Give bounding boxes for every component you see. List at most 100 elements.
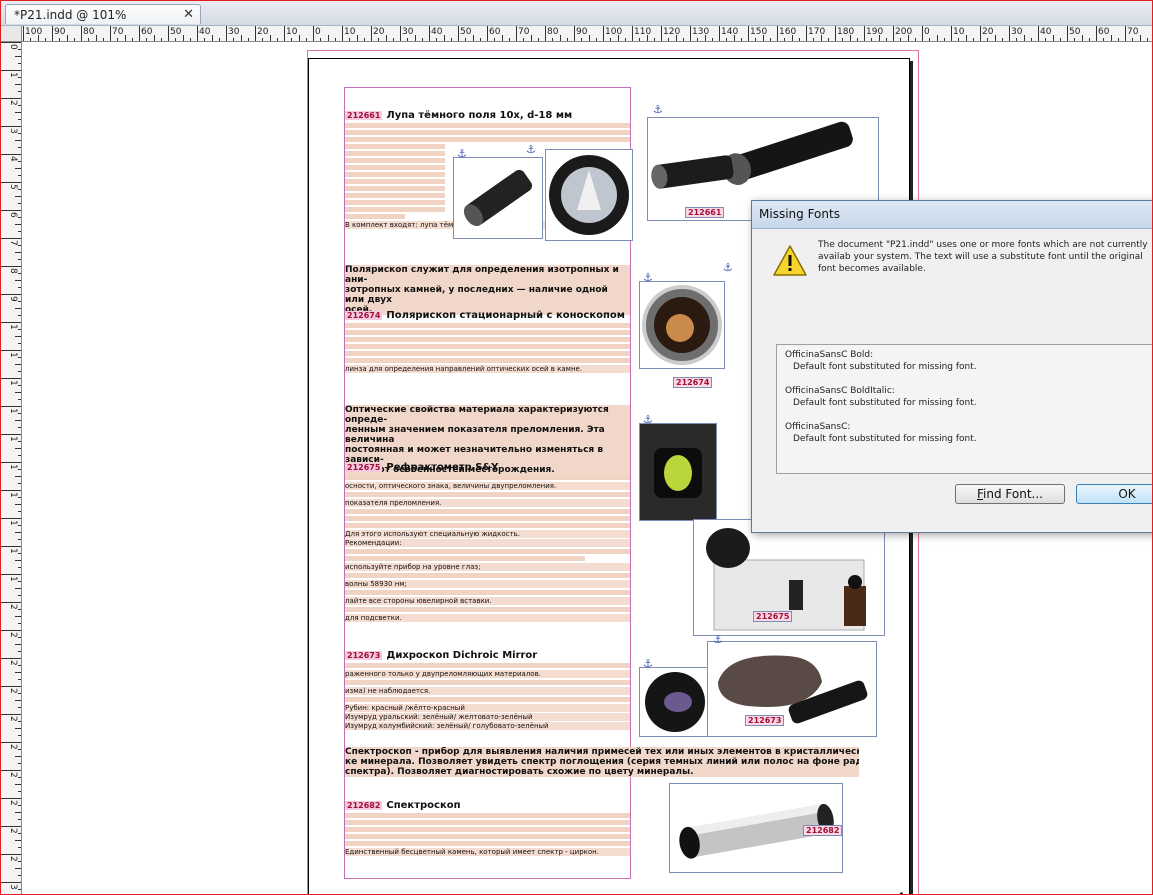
ruler-tick bbox=[1, 574, 21, 575]
ruler-label: 0 bbox=[924, 27, 930, 37]
anchor-icon: ⚓ bbox=[526, 143, 536, 156]
body-line: Рекомендации: bbox=[345, 539, 630, 547]
body-line: Изумруд уральский: зелёный/ желтовато-зе… bbox=[345, 713, 630, 721]
ruler-label: 2 bbox=[8, 604, 18, 610]
font-name: OfficinaSansC: bbox=[785, 422, 851, 432]
find-font-button[interactable]: Find Font... bbox=[955, 484, 1065, 504]
ruler-tick bbox=[842, 38, 844, 41]
ruler-tick bbox=[18, 133, 21, 134]
ruler-tick bbox=[1117, 38, 1119, 41]
vertical-ruler[interactable]: 0 1 2 3 4 5 6 7 8 9 1 1 1 1 1 1 1 1 1 1 2 2 2 2 2 2 2 2 2 2 3 bbox=[1, 42, 22, 894]
ruler-label: 10 bbox=[953, 27, 965, 37]
ruler-tick bbox=[777, 26, 778, 41]
ruler-label: 30 bbox=[228, 27, 240, 37]
ruler-label: 9 bbox=[8, 296, 18, 302]
ruler-label: 1 bbox=[8, 72, 18, 78]
ruler-label: 2 bbox=[8, 716, 18, 722]
product-image[interactable] bbox=[453, 157, 543, 239]
missing-fonts-list[interactable]: OfficinaSansC Bold: Default font substit… bbox=[776, 344, 1152, 474]
ruler-tick bbox=[1, 742, 21, 743]
anchor-icon: ⚓ bbox=[457, 147, 467, 160]
ruler-tick bbox=[1096, 26, 1097, 41]
missing-font-item[interactable]: OfficinaSansC Bold: Default font substit… bbox=[777, 349, 1152, 373]
product-image[interactable] bbox=[707, 641, 877, 737]
missing-font-item[interactable]: OfficinaSansC BoldItalic: Default font s… bbox=[777, 385, 1152, 409]
ruler-tick bbox=[334, 38, 336, 41]
ruler-tick bbox=[327, 35, 329, 41]
ruler-tick bbox=[429, 26, 430, 41]
product-block[interactable]: 212675 Рефрактометр S&Y оснoсти, оптичес… bbox=[345, 461, 630, 623]
ruler-tick bbox=[617, 35, 619, 41]
missing-fonts-dialog[interactable]: Missing Fonts The document "P21.indd" us… bbox=[751, 200, 1152, 533]
intro-line: Спектроскоп - прибор для выявления налич… bbox=[345, 747, 859, 757]
intro-line: ленным значением показателя преломления.… bbox=[345, 425, 605, 445]
ruler-tick bbox=[864, 26, 865, 41]
ruler-tick bbox=[131, 38, 133, 41]
ruler-label: 150 bbox=[750, 27, 768, 37]
ruler-tick bbox=[18, 805, 21, 806]
product-block[interactable]: 212673 Дихроскоп Dichroic Mirror раженно… bbox=[345, 649, 630, 731]
product-title: Лупа тёмного поля 10x, d-18 мм bbox=[386, 109, 573, 121]
ruler-tick bbox=[298, 35, 300, 41]
ruler-tick bbox=[37, 35, 39, 41]
ruler-tick bbox=[18, 497, 21, 498]
ruler-label: 1 bbox=[8, 352, 18, 358]
anchor-icon: ⚓ bbox=[643, 271, 653, 284]
ruler-label: 60 bbox=[489, 27, 501, 37]
ok-button[interactable]: OK bbox=[1076, 484, 1152, 504]
product-image[interactable] bbox=[639, 281, 725, 369]
ruler-label: 40 bbox=[199, 27, 211, 37]
font-status: Default font substituted for missing fon… bbox=[793, 434, 977, 444]
intro-line: Оптические свойства материала характериз… bbox=[345, 405, 609, 425]
ruler-label: 1 bbox=[8, 324, 18, 330]
horizontal-ruler[interactable]: 100 90 80 70 60 50 40 30 20 10 0 10 20 30 40 50 60 70 80 90… bbox=[1, 26, 1152, 42]
ruler-tick bbox=[211, 35, 213, 41]
close-icon[interactable]: ✕ bbox=[183, 5, 194, 25]
ruler-tick bbox=[18, 749, 21, 750]
missing-font-item[interactable]: OfficinaSansC: Default font substituted … bbox=[777, 421, 1152, 445]
ruler-tick bbox=[378, 38, 380, 41]
ruler-tick bbox=[958, 38, 960, 41]
document-tab-bar: *P21.indd @ 101% [Converted] ✕ bbox=[1, 1, 1152, 42]
ruler-tick bbox=[588, 35, 590, 41]
dialog-titlebar[interactable]: Missing Fonts bbox=[752, 201, 1152, 229]
ruler-label: 180 bbox=[837, 27, 855, 37]
ruler-tick bbox=[15, 252, 21, 253]
ruler-tick bbox=[762, 35, 764, 41]
body-line: раженного только у двупреломляющих матер… bbox=[345, 670, 630, 678]
body-line: оснoсти, оптического знака, величины дву… bbox=[345, 482, 630, 490]
product-image[interactable] bbox=[545, 149, 633, 241]
product-image[interactable] bbox=[639, 423, 717, 521]
ruler-label: 1 bbox=[8, 492, 18, 498]
ruler-tick bbox=[18, 637, 21, 638]
ruler-tick bbox=[18, 315, 21, 316]
ruler-tick bbox=[914, 38, 916, 41]
product-block[interactable]: 212682 Спектроскоп Единственный бесцветн… bbox=[345, 799, 630, 857]
document-tab[interactable]: *P21.indd @ 101% [Converted] ✕ bbox=[5, 4, 201, 42]
ruler-tick bbox=[682, 38, 684, 41]
ruler-tick bbox=[1, 42, 21, 43]
ruler-tick bbox=[18, 357, 21, 358]
product-image[interactable] bbox=[639, 667, 711, 737]
ruler-tick bbox=[595, 38, 597, 41]
ruler-tick bbox=[392, 38, 394, 41]
ruler-label: 8 bbox=[8, 268, 18, 274]
product-block[interactable]: 212674 Полярископ стационарный с коноско… bbox=[345, 309, 630, 374]
ruler-tick bbox=[18, 651, 21, 652]
ruler-tick bbox=[349, 38, 351, 41]
bullet-line: волны 58930 нм; bbox=[345, 580, 630, 588]
ruler-tick bbox=[711, 38, 713, 41]
ruler-tick bbox=[15, 756, 21, 757]
ruler-label: 50 bbox=[1069, 27, 1081, 37]
ruler-tick bbox=[15, 280, 21, 281]
ruler-tick bbox=[1, 798, 21, 799]
ruler-tick bbox=[110, 26, 111, 41]
ruler-tick bbox=[52, 26, 53, 41]
ruler-tick bbox=[226, 26, 227, 41]
ruler-origin[interactable] bbox=[1, 26, 22, 42]
ruler-tick bbox=[233, 38, 235, 41]
ruler-label: 80 bbox=[83, 27, 95, 37]
ruler-tick bbox=[559, 35, 561, 41]
anchor-icon: ⚓ bbox=[643, 413, 653, 426]
ruler-tick bbox=[18, 371, 21, 372]
